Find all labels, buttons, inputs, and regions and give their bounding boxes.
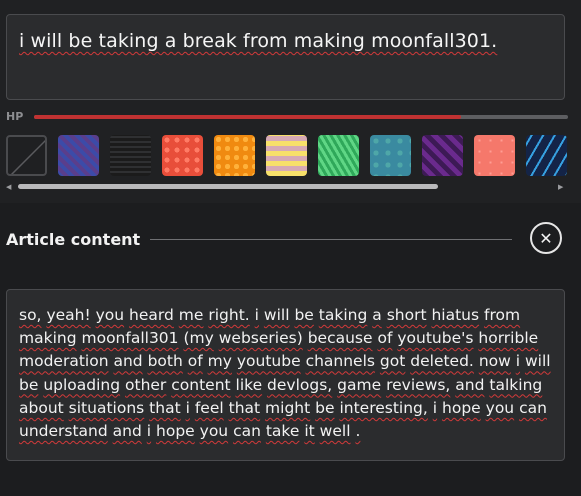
hp-bar: [34, 115, 568, 119]
pattern-swatch-orange-honeycomb[interactable]: [214, 135, 255, 176]
close-icon: ✕: [539, 228, 553, 248]
hp-bar-fill: [34, 115, 462, 119]
hp-label: HP: [6, 110, 24, 123]
pattern-swatch-blue-neon[interactable]: [526, 135, 567, 176]
horizontal-scrollbar-thumb[interactable]: [18, 184, 438, 189]
pattern-swatch-teal-bubbles[interactable]: [370, 135, 411, 176]
pattern-swatch-green-leaves[interactable]: [318, 135, 359, 176]
title-field[interactable]: i will be taking a break from making moo…: [6, 14, 565, 100]
pattern-swatch-dark-stone[interactable]: [110, 135, 151, 176]
article-content-text: so, yeah! you heard me right. i will be …: [19, 306, 551, 441]
pattern-swatch-red-scales[interactable]: [162, 135, 203, 176]
article-section-title: Article content: [6, 230, 141, 249]
close-button[interactable]: ✕: [530, 222, 562, 254]
no-pattern-icon: [10, 139, 45, 174]
title-text: i will be taking a break from making moo…: [19, 30, 498, 52]
pattern-picker: [6, 135, 581, 176]
scroll-right-arrow-icon[interactable]: ▶: [558, 183, 563, 191]
pattern-swatch-none[interactable]: [6, 135, 47, 176]
pattern-swatch-yellow-pink-stripes[interactable]: [266, 135, 307, 176]
scroll-left-arrow-icon[interactable]: ◀: [6, 183, 11, 191]
pattern-swatch-salmon-dots[interactable]: [474, 135, 515, 176]
article-content-field[interactable]: so, yeah! you heard me right. i will be …: [6, 289, 565, 461]
section-divider: [150, 239, 512, 240]
pattern-swatch-purple-diamonds[interactable]: [422, 135, 463, 176]
pattern-swatch-blue-purple-pixel[interactable]: [58, 135, 99, 176]
